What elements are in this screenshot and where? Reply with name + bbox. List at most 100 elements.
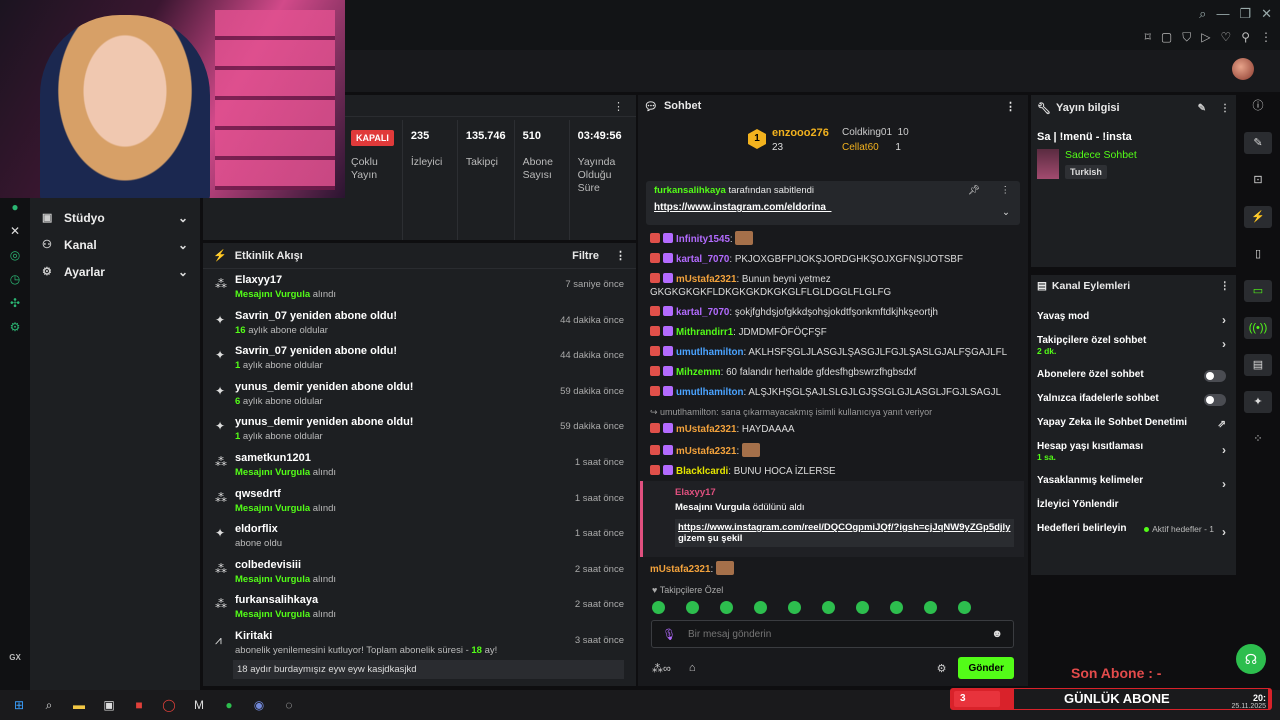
emoji-icon[interactable]: ☻: [991, 628, 1003, 640]
menu-icon[interactable]: ⋮: [1260, 30, 1272, 45]
emote-icon[interactable]: [958, 601, 971, 614]
chat-username[interactable]: mUstafa2321: [676, 274, 736, 285]
restore-icon[interactable]: ❐: [1239, 6, 1251, 22]
activity-item[interactable]: ⁂ qwsedrtf Mesajını Vurgula alındı 1 saat ö…: [203, 483, 636, 519]
spotify-icon[interactable]: ●: [220, 696, 238, 714]
chat-username[interactable]: mUstafa2321: [676, 446, 736, 457]
chat-username[interactable]: kartal_7070: [676, 254, 729, 265]
activity-item[interactable]: ✦ Savrin_07 yeniden abone oldu! 16 aylık a…: [203, 305, 636, 341]
edit-icon[interactable]: ✎: [1244, 132, 1272, 154]
system-clock[interactable]: 20: 25.11.2025: [1231, 693, 1266, 710]
pinned-link[interactable]: https://www.instagram.com/eldorina_: [654, 202, 1012, 213]
emote-icon[interactable]: [856, 601, 869, 614]
edit-icon[interactable]: ✎: [1198, 103, 1206, 114]
third-entry[interactable]: Cellat60 1: [842, 142, 901, 153]
play-icon[interactable]: ▷: [1201, 30, 1210, 45]
emote-icon[interactable]: [822, 601, 835, 614]
channel-action-item[interactable]: Hedefleri belirleyin Aktif hedefler - 1 ›: [1031, 523, 1236, 539]
chat-input[interactable]: [687, 628, 992, 640]
close-icon[interactable]: ✕: [1261, 6, 1272, 22]
app-icon[interactable]: ◌: [280, 696, 298, 714]
channel-action-item[interactable]: Yavaş mod ›: [1031, 311, 1236, 327]
emote-icon[interactable]: [754, 601, 767, 614]
info-icon[interactable]: ⓘ: [1244, 95, 1272, 117]
minimize-icon[interactable]: —: [1216, 6, 1229, 22]
channel-action-item[interactable]: Yapay Zeka ile Sohbet Denetimi ⇗: [1031, 417, 1236, 431]
chat-settings-icon[interactable]: ⚙: [937, 662, 947, 675]
toggle-switch[interactable]: [1204, 370, 1226, 382]
chat-username[interactable]: Blacklcardi: [676, 466, 728, 477]
browser-icon[interactable]: ◯: [160, 696, 178, 714]
chat-username[interactable]: mUstafa2321: [650, 564, 710, 575]
nav-item-studio[interactable]: ▣ Stüdyo ⌄: [30, 204, 200, 231]
more-options-icon[interactable]: ⋮: [1220, 103, 1230, 114]
activity-item[interactable]: ✦ yunus_demir yeniden abone oldu! 6 aylık …: [203, 376, 636, 412]
whatsapp-icon[interactable]: ●: [0, 200, 30, 214]
channel-action-item[interactable]: Takipçilere özel sohbet 2 dk. ›: [1031, 335, 1236, 359]
infinity-icon[interactable]: ⁂∞: [652, 662, 671, 675]
activity-item[interactable]: ⩘ Kiritaki abonelik yenilemesini kutluyo…: [203, 625, 636, 656]
filter-button[interactable]: Filtre: [572, 250, 599, 262]
chat-username[interactable]: umutlhamilton: [676, 347, 743, 358]
wrench-icon[interactable]: ✦: [1244, 391, 1272, 413]
app-icon[interactable]: ■: [130, 696, 148, 714]
server-icon[interactable]: ▤: [1244, 354, 1272, 376]
folder-icon[interactable]: ▬: [70, 696, 88, 714]
more-options-icon[interactable]: ⋮: [613, 100, 624, 113]
start-icon[interactable]: ⊞: [10, 696, 28, 714]
activity-item[interactable]: ⁂ sametkun1201 Mesajını Vurgula alındı 1 sa…: [203, 447, 636, 483]
reward-link[interactable]: https://www.instagram.com/reel/DQCOgpmiJ…: [678, 522, 1010, 533]
x-icon[interactable]: ✕: [0, 224, 30, 238]
avatar[interactable]: [1232, 58, 1254, 80]
reward-user[interactable]: Elaxyy17: [675, 487, 1014, 498]
channel-action-item[interactable]: İzleyici Yönlendir: [1031, 499, 1236, 513]
category-thumbnail[interactable]: [1037, 149, 1059, 179]
chat-username[interactable]: umutlhamilton: [676, 387, 743, 398]
activity-item[interactable]: ⁂ colbedevisiii Mesajını Vurgula alındı 2 s…: [203, 554, 636, 590]
app-icon[interactable]: M: [190, 696, 208, 714]
discord-icon[interactable]: ◉: [250, 696, 268, 714]
chat-username[interactable]: kartal_7070: [676, 307, 729, 318]
send-button[interactable]: Gönder: [958, 657, 1014, 679]
store-icon[interactable]: ⌂: [689, 662, 696, 674]
chat-bubble-icon[interactable]: ▭: [1244, 280, 1272, 302]
emote-icon[interactable]: [720, 601, 733, 614]
clip-icon[interactable]: ▢: [1161, 30, 1172, 45]
microphone-icon[interactable]: 🎙︎: [662, 628, 676, 641]
app-icon[interactable]: ▣: [100, 696, 118, 714]
emote-icon[interactable]: [788, 601, 801, 614]
more-options-icon[interactable]: ⋮: [1005, 100, 1016, 113]
channel-action-item[interactable]: Yalnızca ifadelerle sohbet: [1031, 393, 1236, 407]
user-icon[interactable]: ⚲: [1241, 30, 1250, 45]
activity-item[interactable]: ✦ Savrin_07 yeniden abone oldu! 1 aylık ab…: [203, 340, 636, 376]
activity-item[interactable]: ⁂ furkansalihkaya Mesajını Vurgula alındı 2…: [203, 589, 636, 625]
chat-username[interactable]: Infinity1545: [676, 234, 730, 245]
lightning-icon[interactable]: ⚡: [1244, 206, 1272, 228]
more-options-icon[interactable]: ⋮: [615, 249, 626, 262]
settings-icon[interactable]: ⚙: [0, 320, 30, 334]
more-options-icon[interactable]: ⋮: [1220, 280, 1231, 292]
chevron-down-icon[interactable]: ⌄: [1002, 207, 1010, 218]
activity-item[interactable]: ✦ eldorflix abone oldu 1 saat önce: [203, 518, 636, 554]
apps-icon[interactable]: ⁘: [1244, 428, 1272, 450]
second-entry[interactable]: Coldking01 10: [842, 127, 909, 138]
document-icon[interactable]: ▯: [1244, 243, 1272, 265]
more-options-icon[interactable]: ⋮: [1001, 185, 1011, 196]
puzzle-icon[interactable]: ✣: [0, 296, 30, 310]
chat-username[interactable]: mUstafa2321: [676, 424, 736, 435]
bookmark-icon[interactable]: ⌑: [1145, 30, 1151, 45]
emote-icon[interactable]: [924, 601, 937, 614]
channel-action-item[interactable]: Hesap yaşı kısıtlaması 1 sa. ›: [1031, 441, 1236, 465]
pin-icon[interactable]: 📌︎: [968, 185, 980, 196]
search-icon[interactable]: ⌕: [40, 696, 58, 714]
activity-item[interactable]: ⁂ Elaxyy17 Mesajını Vurgula alındı 7 saniye…: [203, 269, 636, 305]
activity-item[interactable]: ✦ yunus_demir yeniden abone oldu! 1 aylık …: [203, 411, 636, 447]
support-button[interactable]: ☊: [1236, 644, 1266, 674]
shield-icon[interactable]: ⛉: [1182, 30, 1191, 45]
leader-name[interactable]: enzooo276: [772, 127, 829, 139]
chat-username[interactable]: Mihzemm: [676, 367, 721, 378]
play-circle-icon[interactable]: ◎: [0, 248, 30, 262]
channel-action-item[interactable]: Yasaklanmış kelimeler ›: [1031, 475, 1236, 491]
heart-icon[interactable]: ♡: [1220, 30, 1231, 45]
clock-icon[interactable]: ◷: [0, 272, 30, 286]
